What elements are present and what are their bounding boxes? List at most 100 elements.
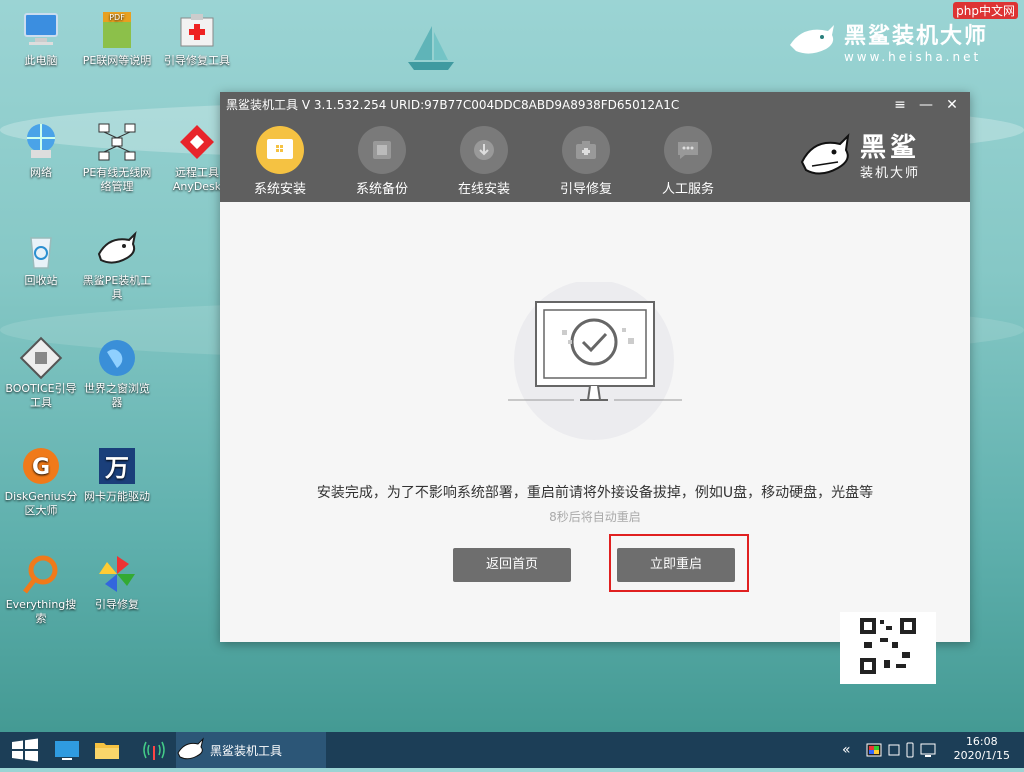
tray-keyboard-icon[interactable] <box>886 732 902 768</box>
back-home-button[interactable]: 返回首页 <box>453 548 571 582</box>
desktop-icon-label: DiskGenius分区大师 <box>4 490 78 517</box>
desktop-icon-label: Everything搜索 <box>5 598 77 625</box>
logo-title: 黑鲨 <box>859 132 920 163</box>
desktop-icon-this-pc[interactable]: 此电脑 <box>4 8 78 68</box>
logo-subtitle: 装机大师 <box>859 165 920 181</box>
browser-globe-icon <box>95 336 139 380</box>
file-explorer-shortcut[interactable] <box>92 732 122 768</box>
minimize-icon[interactable]: — <box>914 92 938 118</box>
desktop-icon-pe-network[interactable]: PE有线无线网络管理 <box>80 120 154 194</box>
clock-date: 2020/1/15 <box>953 749 1010 762</box>
tab-system-install[interactable]: 系统安装 <box>240 126 320 197</box>
desktop-icon-label: 世界之窗浏览器 <box>84 382 150 409</box>
watermark-brand-name: 黑鲨装机大师 <box>843 24 988 49</box>
desktop-icon-label: PE联网等说明 <box>82 54 152 67</box>
desktop-icon-everything[interactable]: Everything搜索 <box>4 552 78 626</box>
desktop-icon-heisha-pe[interactable]: 黑鲨PE装机工具 <box>80 228 154 302</box>
tray-usb-icon[interactable] <box>902 732 918 768</box>
desktop-icon-nic-driver[interactable]: 万 网卡万能驱动 <box>80 444 154 504</box>
pdf-icon: PDF <box>95 8 139 52</box>
main-toolbar: 系统安装 系统备份 在线安装 引导修复 人工服务 黑鲨 装机大师 <box>220 118 970 202</box>
installer-window: 黑鲨装机工具 V 3.1.532.254 URID:97B77C004DDC8A… <box>220 92 970 642</box>
restart-countdown: 8秒后将自动重启 <box>549 510 641 524</box>
php-watermark: php中文网 <box>953 2 1018 19</box>
shark-icon <box>177 737 204 760</box>
shark-logo-icon <box>800 133 850 175</box>
tab-online-install[interactable]: 在线安装 <box>444 126 524 197</box>
sailboat-decoration <box>408 26 454 70</box>
main-content: 安装完成，为了不影响系统部署，重启前请将外接设备拔掉，例如U盘，移动硬盘，光盘等… <box>220 202 970 642</box>
shark-logo-icon <box>789 25 834 54</box>
network-globe-icon <box>19 120 63 164</box>
desktop-icon-label: BOOTICE引导工具 <box>5 382 77 409</box>
tab-label: 人工服务 <box>661 182 714 197</box>
tray-expand-icon[interactable]: « <box>842 732 858 768</box>
desktop-shortcut[interactable] <box>52 732 82 768</box>
svg-text:PDF: PDF <box>109 13 125 22</box>
watermark-url: www.heisha.net <box>843 50 982 64</box>
desktop-icon-recycle-bin[interactable]: 回收站 <box>4 228 78 288</box>
desktop-icon-bootice[interactable]: BOOTICE引导工具 <box>4 336 78 410</box>
watermark-brand: 黑鲨装机大师 www.heisha.net <box>788 18 988 64</box>
clock-time: 16:08 <box>965 735 998 748</box>
network-tray-shortcut[interactable] <box>140 732 168 768</box>
svg-text:万: 万 <box>105 454 129 482</box>
monitor-icon <box>55 741 79 760</box>
everything-search-icon <box>19 552 63 596</box>
tab-label: 系统备份 <box>355 182 408 197</box>
start-button[interactable] <box>8 732 42 768</box>
shark-icon <box>95 228 139 272</box>
tab-system-backup[interactable]: 系统备份 <box>342 126 422 197</box>
diskgenius-icon: G <box>19 444 63 488</box>
first-aid-icon <box>175 8 219 52</box>
chat-icon <box>664 126 712 174</box>
desktop-icon-label: PE有线无线网络管理 <box>82 166 152 193</box>
tray-network-icon[interactable] <box>918 732 938 768</box>
folder-icon <box>95 743 119 759</box>
medkit-icon <box>562 126 610 174</box>
network-topology-icon <box>95 120 139 164</box>
taskbar: 黑鲨装机工具 « 16:08 2020/1/15 <box>0 732 1024 768</box>
download-icon <box>460 126 508 174</box>
desktop-icon-pe-guide[interactable]: PDF PE联网等说明 <box>80 8 154 68</box>
close-icon[interactable]: ✕ <box>940 92 964 118</box>
red-highlight-box <box>609 534 749 592</box>
install-icon <box>256 126 304 174</box>
desktop-icon-network[interactable]: 网络 <box>4 120 78 180</box>
window-title: 黑鲨装机工具 V 3.1.532.254 URID:97B77C004DDC8A… <box>226 98 680 112</box>
app-logo: 黑鲨 装机大师 <box>798 132 920 182</box>
system-clock[interactable]: 16:08 2020/1/15 <box>954 735 1010 763</box>
desktop-icon-label: 引导修复工具 <box>164 54 230 67</box>
computer-icon <box>19 8 63 52</box>
backup-icon <box>358 126 406 174</box>
qr-code <box>840 612 936 684</box>
tab-manual-service[interactable]: 人工服务 <box>648 126 728 197</box>
desktop-icon-label: 黑鲨PE装机工具 <box>82 274 152 301</box>
desktop-icon-diskgenius[interactable]: G DiskGenius分区大师 <box>4 444 78 518</box>
window-titlebar: 黑鲨装机工具 V 3.1.532.254 URID:97B77C004DDC8A… <box>220 92 970 118</box>
monitor-check-illustration <box>508 282 682 440</box>
pinwheel-icon <box>95 552 139 596</box>
taskbar-app-heisha[interactable]: 黑鲨装机工具 <box>176 732 326 768</box>
wireless-antenna-icon <box>143 741 165 760</box>
desktop-icon-browser[interactable]: 世界之窗浏览器 <box>80 336 154 410</box>
tab-label: 引导修复 <box>559 182 612 197</box>
svg-text:G: G <box>32 455 50 480</box>
tab-label: 系统安装 <box>253 182 306 197</box>
disk-tool-icon <box>19 336 63 380</box>
desktop-icon-boot-repair-tool[interactable]: 引导修复工具 <box>160 8 234 68</box>
menu-icon[interactable]: ≡ <box>888 92 912 118</box>
tab-label: 在线安装 <box>457 182 510 197</box>
desktop-icon-label: 网络 <box>30 166 52 179</box>
anydesk-icon <box>175 120 219 164</box>
install-complete-message: 安装完成，为了不影响系统部署，重启前请将外接设备拔掉，例如U盘，移动硬盘，光盘等 <box>316 485 874 501</box>
tab-boot-repair[interactable]: 引导修复 <box>546 126 626 197</box>
desktop-icon-label: 此电脑 <box>24 54 58 67</box>
tray-display-icon[interactable] <box>864 732 884 768</box>
taskbar-app-label: 黑鲨装机工具 <box>210 743 283 758</box>
desktop-icon-label: 网卡万能驱动 <box>84 490 150 503</box>
desktop-icon-boot-repair[interactable]: 引导修复 <box>80 552 154 612</box>
windows-logo-icon <box>12 738 38 762</box>
desktop-icon-label: 回收站 <box>24 274 58 287</box>
wan-driver-icon: 万 <box>95 444 139 488</box>
